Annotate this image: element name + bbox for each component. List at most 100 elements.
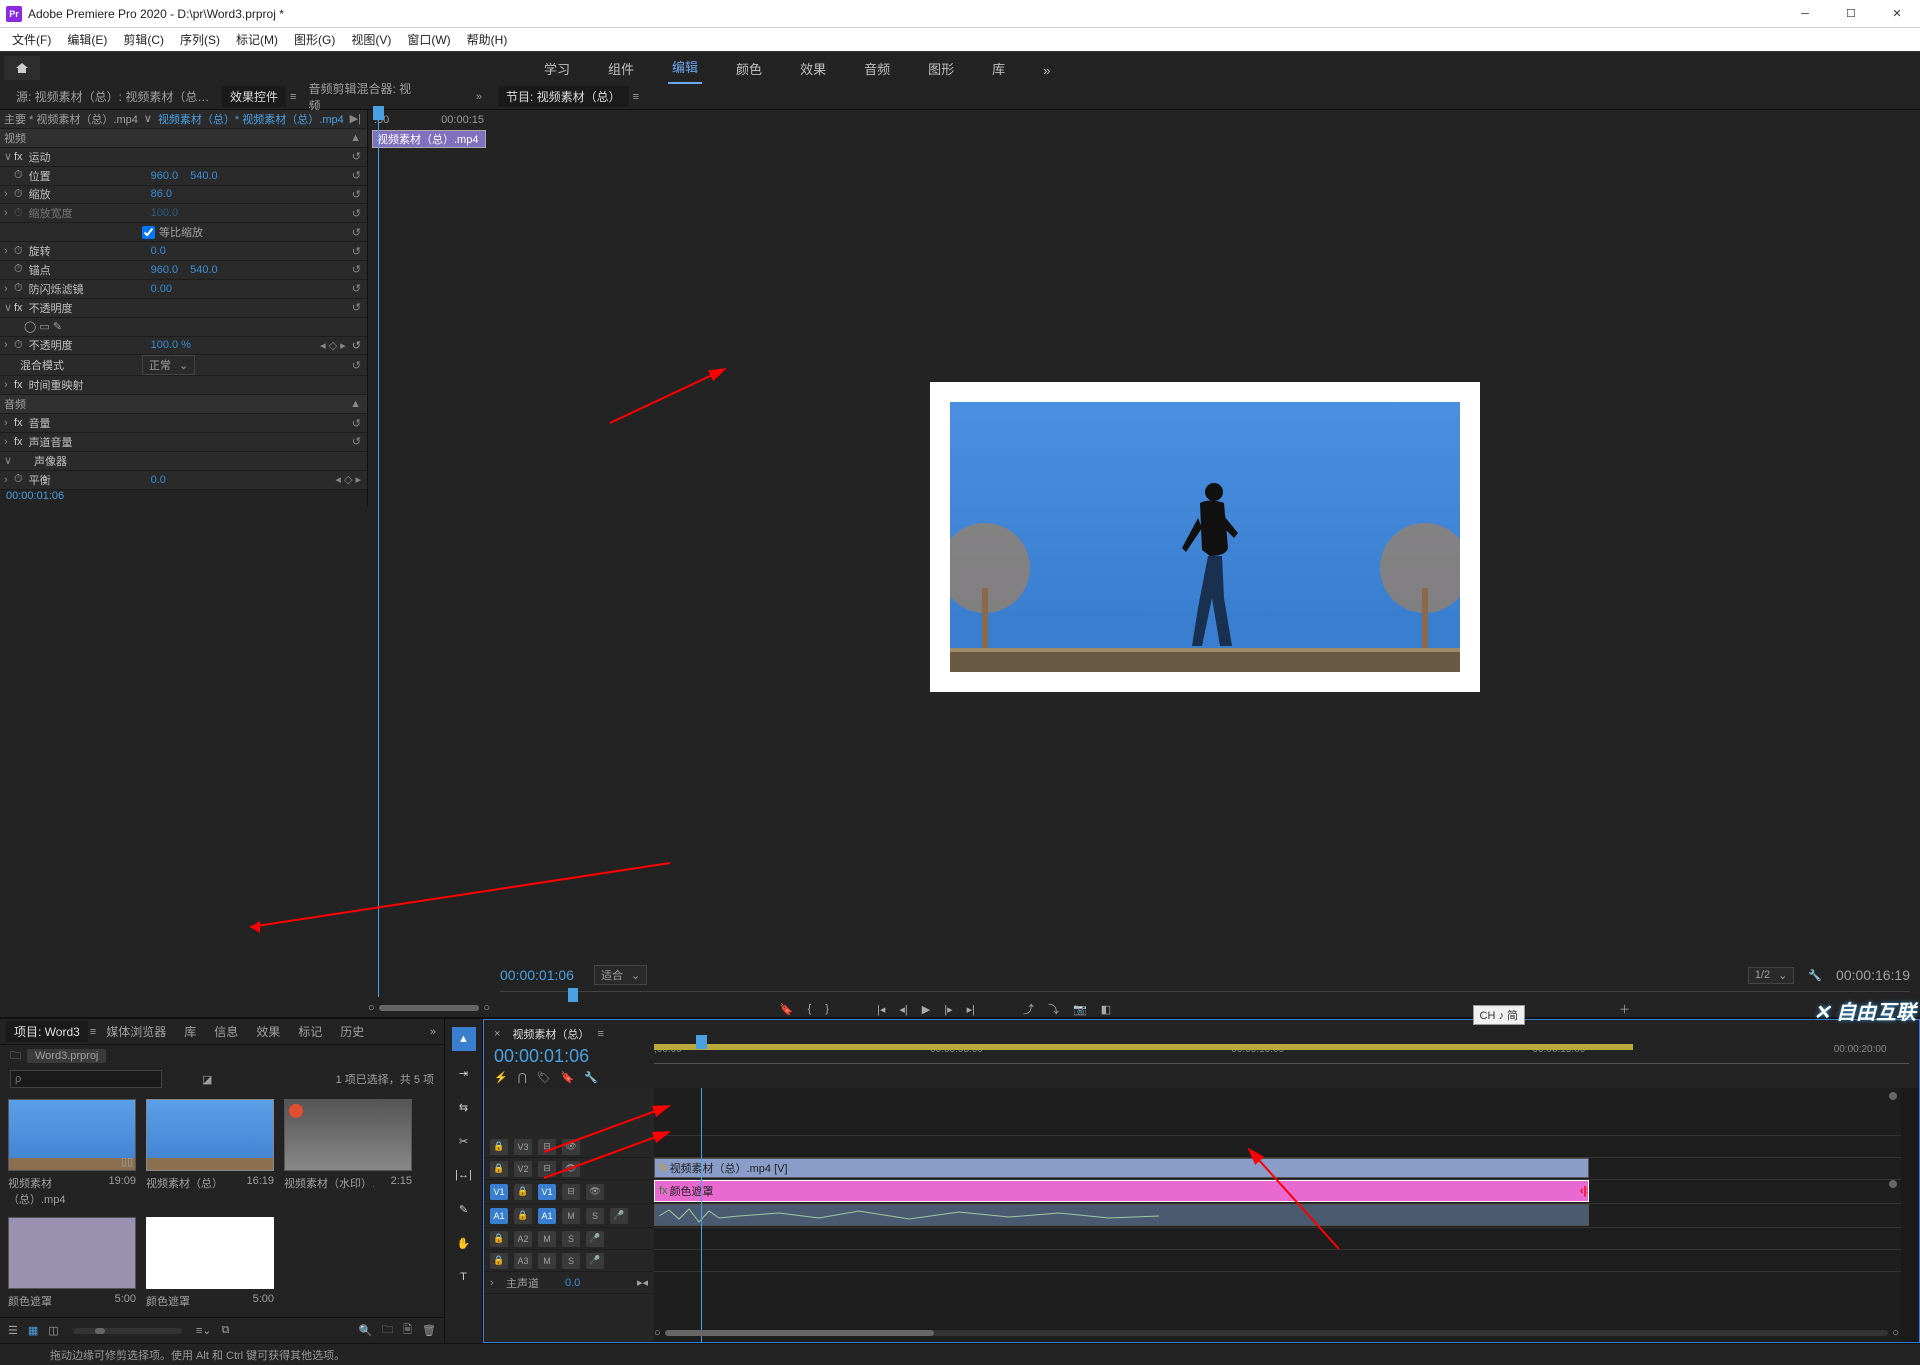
ws-tab-graphics[interactable]: 图形 [924,59,958,84]
ec-playhead[interactable] [378,114,379,997]
effect-timeline[interactable]: :00 00:00:15 视频素材（总）.mp4 ○○ [368,110,490,1017]
export-frame-icon[interactable]: 📷 [1073,1003,1087,1016]
reset-icon[interactable]: ↺ [352,435,361,448]
menu-file[interactable]: 文件(F) [4,29,59,50]
ws-tab-libraries[interactable]: 库 [988,59,1009,84]
tool-type[interactable]: T [452,1265,476,1289]
track-sync[interactable]: ⊟ [562,1184,580,1200]
wrench-icon[interactable]: 🔧 [1808,969,1822,982]
sequence-tab[interactable]: 视频素材（总） [504,1024,597,1044]
link-icon[interactable]: ⋂ [518,1071,527,1084]
track-label[interactable]: A3 [514,1253,532,1269]
keyframe-nav[interactable]: ◂ ◇ ▸ [335,473,361,486]
extract-icon[interactable]: ⤵ [1048,1001,1059,1017]
ec-motion[interactable]: 运动 [23,149,151,165]
ec-blend-select[interactable]: 正常⌄ [142,355,195,375]
ec-volume[interactable]: 音量 [23,415,151,431]
freeform-icon[interactable]: ◫ [48,1324,58,1337]
ec-opacity-hdr[interactable]: 不透明度 [23,300,151,316]
play-icon[interactable]: ▶ [922,1003,930,1016]
menu-graphics[interactable]: 图形(G) [286,29,343,50]
track-lock[interactable]: 🔒 [490,1139,508,1155]
menu-help[interactable]: 帮助(H) [459,29,516,50]
settings-icon[interactable]: 🔖 [561,1071,575,1084]
clip-item-selected[interactable]: 颜色遮罩5:00 [146,1217,274,1309]
ec-balance-v[interactable]: 0.0 [151,474,166,486]
prog-fit-select[interactable]: 适合⌄ [594,965,647,985]
tab-effect-menu[interactable]: ≡ [290,91,296,103]
prog-tc-right[interactable]: 00:00:16:19 [1836,967,1910,983]
lift-icon[interactable]: ⤴ [1023,1001,1034,1017]
reset-icon[interactable]: ↺ [352,417,361,430]
ws-tab-assembly[interactable]: 组件 [604,59,638,84]
track-eye[interactable]: 👁 [562,1139,580,1155]
menu-edit[interactable]: 编辑(E) [59,29,115,50]
program-scrubber[interactable] [500,991,1910,997]
reset-icon[interactable]: ↺ [352,150,361,163]
new-item-icon[interactable]: 🗎 [403,1321,412,1340]
track-mute[interactable]: M [562,1208,580,1224]
minimize-button[interactable]: ─ [1782,0,1828,28]
ec-uniform-check[interactable] [142,226,155,239]
mask-icons[interactable]: ◯ ▭ ✎ [24,320,62,333]
reset-icon[interactable]: ↺ [352,263,361,276]
zoom-out-icon[interactable]: ○ [654,1327,661,1339]
reset-icon[interactable]: ↺ [352,359,361,372]
filter-icon[interactable]: ◪ [202,1073,212,1086]
marker-icon2[interactable]: 🏷 [537,1071,551,1084]
tab-overflow[interactable]: » [476,91,482,103]
track-mute[interactable]: M [538,1231,556,1247]
tool-razor[interactable]: ✂ [452,1129,476,1153]
ec-anchor-x[interactable]: 960.0 [151,264,179,276]
prog-scale-select[interactable]: 1/2⌄ [1748,967,1795,984]
ec-video-header[interactable]: 视频 ▲ [0,129,367,148]
track-solo[interactable]: S [586,1208,604,1224]
ec-zoom-scroll[interactable] [379,1005,480,1011]
timeline-zoom-scroll[interactable] [665,1330,1889,1336]
in-icon[interactable]: { [808,1003,812,1015]
menu-sequence[interactable]: 序列(S) [172,29,228,50]
track-label[interactable]: V2 [514,1161,532,1177]
keyframe-nav[interactable]: ◂ ◇ ▸ [320,339,346,352]
thumb-size-slider[interactable] [73,1328,182,1334]
reset-icon[interactable]: ↺ [352,245,361,258]
track-label[interactable]: V1 [538,1184,556,1200]
track-lock[interactable]: 🔒 [514,1184,532,1200]
tab-program[interactable]: 节目: 视频素材（总） [498,86,629,107]
ws-tab-editing[interactable]: 编辑 [668,57,702,84]
track-eye[interactable]: 👁 [562,1161,580,1177]
icon-view-icon[interactable]: ▦ [28,1324,38,1337]
trim-cursor-icon[interactable]: ‹|› [1580,1185,1589,1197]
ec-audio-header[interactable]: 音频▲ [0,395,367,414]
prog-tc-left[interactable]: 00:00:01:06 [500,967,574,983]
bin-icon[interactable]: 🗀 [10,1047,21,1066]
zoom-out-icon[interactable]: ○ [368,1002,375,1014]
ec-flicker-v[interactable]: 0.00 [151,283,172,295]
ws-tab-effects[interactable]: 效果 [796,59,830,84]
timeline-clip-v2[interactable]: fx视频素材（总）.mp4 [V] [654,1158,1589,1178]
track-rec[interactable]: 🎤 [586,1253,604,1269]
trash-icon[interactable]: 🗑 [422,1324,436,1337]
project-search[interactable] [10,1070,162,1088]
track-opt-icon[interactable] [1889,1180,1897,1188]
reset-icon[interactable]: ↺ [352,301,361,314]
menu-marker[interactable]: 标记(M) [228,29,286,50]
compare-icon[interactable]: ◧ [1101,1003,1111,1016]
ec-scale-v[interactable]: 86.0 [151,188,172,200]
close-button[interactable]: ✕ [1874,0,1920,28]
bin-crumb[interactable]: Word3.prproj [27,1049,106,1063]
tab-effect-controls[interactable]: 效果控件 [222,86,286,107]
timeline-clip-v1[interactable]: fx颜色遮罩 ‹|› [654,1180,1589,1202]
proj-overflow[interactable]: » [430,1026,436,1038]
ws-tab-color[interactable]: 颜色 [732,59,766,84]
src-v1[interactable]: V1 [490,1184,508,1200]
ec-position-x[interactable]: 960.0 [151,170,179,182]
track-solo[interactable]: S [562,1253,580,1269]
sort-icon[interactable]: ≡⌄ [196,1324,212,1337]
snap-icon[interactable]: ⚡ [494,1071,508,1084]
tool-selection[interactable]: ▲ [452,1027,476,1051]
ec-play-icon[interactable]: ▶| [350,112,361,125]
timeline-ruler[interactable]: ;00:00 00:00:05:00 00:00:10:00 00:00:15:… [654,1044,1909,1064]
track-solo[interactable]: S [562,1231,580,1247]
home-button[interactable] [4,56,40,80]
